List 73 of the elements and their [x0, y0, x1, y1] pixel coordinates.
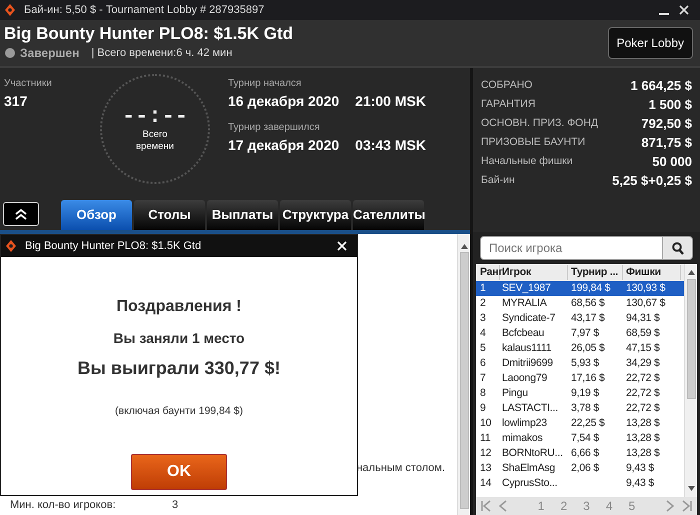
logo-icon [4, 3, 16, 17]
stat-label: ОСНОВН. ПРИЗ. ФОНД [481, 116, 598, 131]
stat-label: ПРИЗОВЫЕ БАУНТИ [481, 134, 586, 150]
player-row[interactable]: 3 Syndicate-7 43,17 $ 94,31 $ [476, 311, 684, 326]
stat-value: 792,50 $ [641, 114, 692, 133]
participants-count: 317 [4, 92, 28, 111]
end-label: Турнир завершился [228, 121, 321, 135]
stat-value: 1 664,25 $ [630, 76, 692, 95]
stat-value: 5,25 $+0,25 $ [612, 172, 692, 190]
player-row[interactable]: 6 Dmitrii9699 5,93 $ 34,29 $ [476, 356, 684, 371]
tab[interactable]: Выплаты [207, 200, 278, 230]
text-fragment: нальным столом. [356, 462, 445, 474]
double-chevron-up-icon [14, 208, 28, 220]
last-page-icon[interactable] [681, 500, 693, 512]
player-row[interactable]: 7 Laoong79 17,16 $ 22,72 $ [476, 371, 684, 386]
window-title: Бай-ин: 5,50 $ - Tournament Lobby # 287935897 [24, 2, 266, 18]
scrollbar[interactable] [684, 264, 697, 497]
end-date: 17 декабря 2020 [228, 136, 340, 155]
start-date: 16 декабря 2020 [228, 92, 340, 111]
clock-label: Всего времени [135, 129, 175, 153]
poker-lobby-button[interactable]: Poker Lobby [608, 27, 693, 59]
participants-label: Участники [4, 77, 53, 91]
total-time-text: | Всего времени:6 ч. 42 мин [91, 46, 232, 61]
first-page-icon[interactable] [480, 500, 492, 512]
tab[interactable]: Столы [134, 200, 205, 230]
status-text: Завершен [20, 45, 80, 62]
logo-icon [5, 239, 17, 253]
stat-label: СОБРАНО [481, 78, 532, 93]
previous-page-icon[interactable] [498, 500, 508, 512]
player-row[interactable]: 2 MYRALIA 68,56 $ 130,67 $ [476, 296, 684, 311]
next-page-icon[interactable] [665, 500, 675, 512]
stat-label: Начальные фишки [481, 154, 573, 169]
scroll-up-icon [688, 270, 694, 275]
player-row[interactable]: 10 lowlimp23 22,25 $ 13,28 $ [476, 416, 684, 431]
stat-value: 1 500 $ [648, 96, 692, 114]
collapse-button[interactable] [3, 202, 39, 226]
tab[interactable]: Сателлиты [353, 200, 424, 230]
stat-label: ГАРАНТИЯ [481, 96, 536, 112]
column-header[interactable]: Фишки [623, 264, 681, 280]
stat-label: Бай-ин [481, 172, 515, 188]
player-row[interactable]: 5 kalaus1111 26,05 $ 47,15 $ [476, 341, 684, 356]
player-row[interactable]: 14 CyprusSto... 9,43 $ [476, 476, 684, 491]
tab[interactable]: Структура [280, 200, 351, 230]
tab[interactable]: Обзор [61, 200, 132, 230]
congrats-heading: Поздравления ! [116, 297, 242, 317]
scroll-up-icon [460, 244, 468, 249]
start-time: 21:00 MSK [355, 92, 426, 111]
min-players-value: 3 [172, 498, 178, 512]
ok-button[interactable]: OK [131, 454, 227, 490]
player-row[interactable]: 4 Bcfcbeau 7,97 $ 68,59 $ [476, 326, 684, 341]
start-label: Турнир начался [228, 77, 302, 91]
bounty-note: (включая баунти 199,84 $) [115, 404, 243, 419]
dialog-title: Big Bounty Hunter PLO8: $1.5K Gtd [25, 238, 202, 254]
scroll-down-icon [688, 486, 694, 491]
clock-display: --:-- [122, 105, 188, 129]
win-amount: Вы выиграли 330,77 $! [78, 357, 280, 380]
stat-value: 50 000 [652, 152, 692, 171]
stat-value: 871,75 $ [641, 134, 692, 152]
player-row[interactable]: 9 LASTACTI... 3,78 $ 22,72 $ [476, 401, 684, 416]
close-icon[interactable] [678, 4, 690, 16]
player-row[interactable]: 8 Pingu 9,19 $ 22,72 $ [476, 386, 684, 401]
search-icon[interactable] [672, 242, 684, 254]
player-row[interactable]: 11 mimakos 7,54 $ 13,28 $ [476, 431, 684, 446]
min-players-label: Мин. кол-во игроков: [10, 498, 117, 512]
column-header[interactable]: Турнир ... [568, 264, 623, 280]
player-row[interactable]: 13 ShaElmAsg 2,06 $ 9,43 $ [476, 461, 684, 476]
scrollbar[interactable] [457, 234, 470, 515]
end-time: 03:43 MSK [355, 136, 426, 155]
tournament-title: Big Bounty Hunter PLO8: $1.5K Gtd [4, 24, 294, 44]
player-row[interactable]: 12 BORNtoRU... 6,66 $ 13,28 $ [476, 446, 684, 461]
search-field[interactable]: Поиск игрока [480, 236, 693, 260]
player-row[interactable]: 1 SEV_1987 199,84 $ 130,93 $ [476, 281, 684, 296]
place-text: Вы заняли 1 место [113, 329, 245, 348]
